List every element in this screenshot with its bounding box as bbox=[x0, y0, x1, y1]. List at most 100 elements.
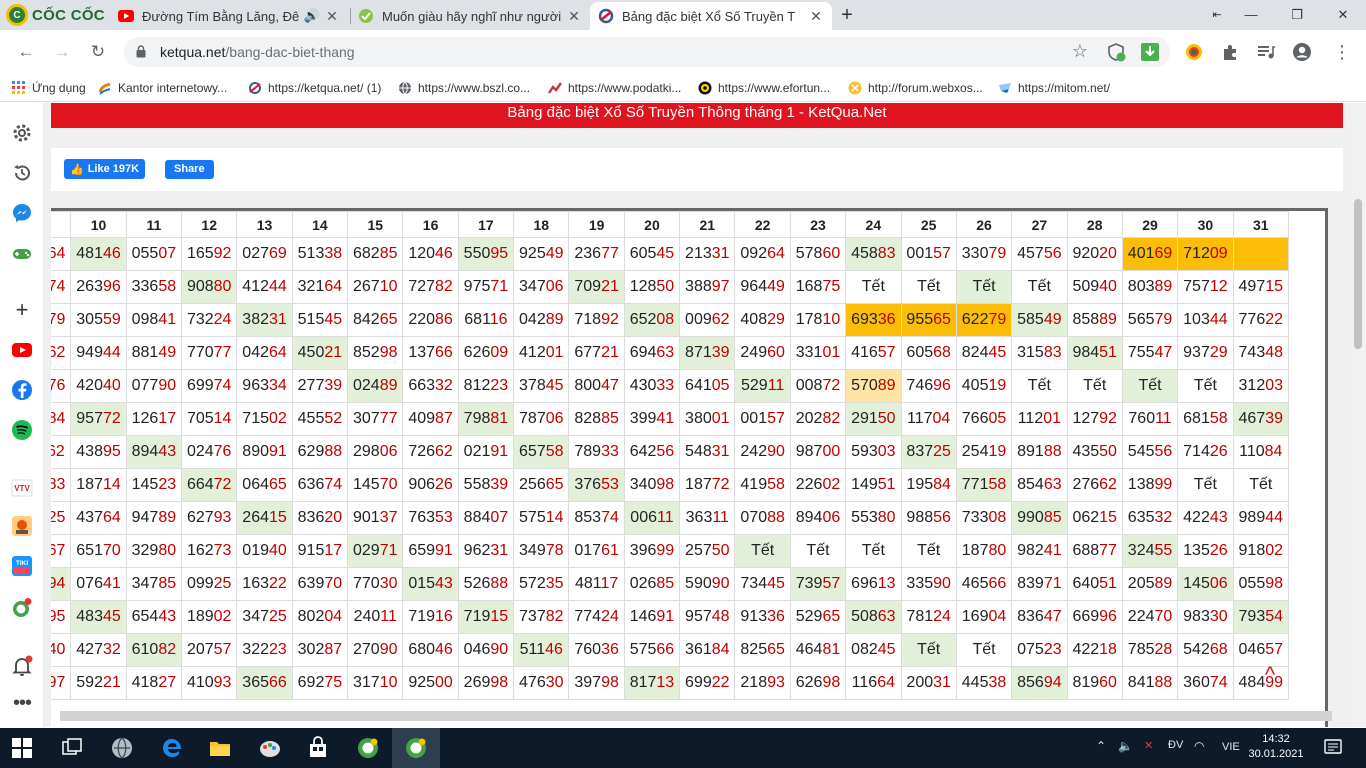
more-options-icon[interactable]: ••• bbox=[11, 693, 33, 717]
forward-button[interactable]: → bbox=[48, 38, 76, 66]
web-page: Bảng đặc biệt Xổ Số Truyền Thông tháng 1… bbox=[44, 103, 1350, 727]
add-sidebar-app-icon[interactable]: + bbox=[11, 299, 33, 321]
result-cell: 43895 bbox=[70, 435, 127, 469]
game-controller-icon[interactable] bbox=[11, 242, 33, 264]
new-tab-button[interactable]: + bbox=[836, 4, 858, 26]
tab-close-icon[interactable]: ✕ bbox=[324, 8, 340, 25]
bookmark-ketqua[interactable]: https://ketqua.net/ (1) bbox=[248, 79, 381, 97]
result-cell: 74696 bbox=[900, 369, 957, 403]
task-view-icon[interactable] bbox=[60, 736, 84, 760]
result-prefix: 590 bbox=[685, 575, 712, 592]
result-cell: 91802 bbox=[1232, 534, 1290, 568]
action-center-icon[interactable] bbox=[1324, 739, 1342, 757]
media-control-icon[interactable] bbox=[1256, 42, 1276, 62]
spotify-icon[interactable] bbox=[11, 419, 33, 441]
bookmark-kantor[interactable]: Kantor internetowy... bbox=[98, 79, 227, 97]
result-prefix: 042 bbox=[519, 311, 546, 328]
messenger-icon[interactable] bbox=[11, 202, 33, 224]
result-cell: 02476 bbox=[181, 435, 238, 469]
coccoc-sidebar-icon[interactable] bbox=[11, 597, 33, 619]
result-cell: 04264 bbox=[236, 336, 293, 370]
tab-close-icon[interactable]: ✕ bbox=[808, 8, 824, 25]
facebook-like-button[interactable]: 👍 Like 197K bbox=[64, 159, 146, 179]
file-explorer-icon[interactable] bbox=[208, 736, 232, 760]
result-prefix: 509 bbox=[1072, 278, 1100, 295]
game-character-icon[interactable] bbox=[11, 515, 33, 537]
vertical-scrollbar-thumb[interactable] bbox=[1354, 199, 1362, 349]
speaker-icon[interactable]: 🔊 bbox=[304, 8, 320, 24]
language-indicator[interactable]: VIE bbox=[1222, 741, 1240, 753]
paint-icon[interactable] bbox=[258, 736, 282, 760]
bookmark-podatki[interactable]: https://www.podatki... bbox=[548, 79, 681, 97]
result-last-two-digits: 82 bbox=[435, 278, 453, 295]
result-last-two-digits: 11 bbox=[767, 377, 785, 394]
bookmark-bszl[interactable]: https://www.bszl.co... bbox=[398, 79, 530, 97]
youtube-icon[interactable] bbox=[11, 339, 33, 361]
coccoc-taskbar-icon[interactable] bbox=[356, 736, 380, 760]
result-cell: 14506 bbox=[1177, 567, 1234, 601]
profile-avatar-icon[interactable] bbox=[1292, 42, 1312, 62]
result-cell: 07523 bbox=[1011, 633, 1068, 667]
reload-button[interactable]: ↻ bbox=[84, 38, 112, 66]
restore-button[interactable]: ❐ bbox=[1274, 0, 1320, 30]
result-last-two-digits: 99 bbox=[656, 542, 675, 559]
settings-gear-icon[interactable] bbox=[11, 122, 33, 144]
result-last-two-digits: 01 bbox=[1043, 410, 1062, 427]
system-clock[interactable]: 14:32 30.01.2021 bbox=[1246, 732, 1306, 762]
vtv-icon[interactable]: VTV bbox=[11, 477, 33, 499]
tab-youtube[interactable]: Đường Tím Bằng Lăng, Đê 🔊 ✕ bbox=[110, 2, 348, 30]
result-last-two-digits: 46 bbox=[545, 641, 563, 658]
wifi-icon[interactable]: ◠ bbox=[1194, 739, 1204, 753]
result-last-two-digits: 83 bbox=[877, 245, 896, 262]
minimize-button[interactable]: — bbox=[1228, 0, 1274, 30]
result-last-two-digits: 85 bbox=[158, 575, 177, 592]
tiki-icon[interactable]: TIKI bbox=[11, 555, 33, 577]
result-prefix: 699 bbox=[186, 377, 214, 394]
coccoc-extension-icon[interactable] bbox=[1184, 42, 1204, 62]
result-last-two-digits: 01 bbox=[711, 410, 730, 427]
keyboard-input-icon[interactable]: ĐV bbox=[1168, 739, 1183, 751]
browser-brand[interactable]: C CỐC CỐC bbox=[6, 4, 105, 26]
history-icon[interactable] bbox=[11, 162, 33, 184]
result-last-two-digits: 61 bbox=[601, 542, 619, 559]
facebook-share-button[interactable]: Share bbox=[165, 160, 214, 179]
shield-extension-icon[interactable] bbox=[1106, 42, 1126, 62]
store-icon[interactable] bbox=[306, 736, 330, 760]
browser-menu-icon[interactable]: ⋮ bbox=[1328, 38, 1356, 66]
bookmark-star-icon[interactable]: ☆ bbox=[1072, 41, 1088, 62]
result-last-two-digits: 45 bbox=[988, 344, 1007, 361]
extensions-puzzle-icon[interactable] bbox=[1220, 42, 1240, 62]
notification-bell-icon[interactable] bbox=[11, 655, 33, 677]
edge-icon[interactable] bbox=[160, 736, 184, 760]
bookmark-apps[interactable]: Ứng dụng bbox=[12, 79, 86, 97]
bookmark-mitom[interactable]: https://mitom.net/ bbox=[998, 79, 1110, 97]
result-prefix: 733 bbox=[961, 509, 989, 526]
result-last-two-digits: 51 bbox=[1099, 344, 1117, 361]
close-window-button[interactable]: ✕ bbox=[1320, 0, 1366, 30]
back-button[interactable]: ← bbox=[12, 38, 40, 66]
vertical-scrollbar[interactable] bbox=[1350, 103, 1366, 727]
address-bar[interactable]: ketqua.net/bang-dac-biet-thang ☆ bbox=[124, 37, 1170, 67]
result-cell: 39941 bbox=[623, 402, 681, 436]
network-disconnected-icon[interactable]: ✕ bbox=[1144, 739, 1153, 752]
back-to-top-chevron-icon[interactable]: ^ bbox=[1256, 662, 1284, 687]
tab-close-icon[interactable]: ✕ bbox=[566, 8, 582, 25]
coccoc-active-taskbar-icon[interactable] bbox=[404, 736, 428, 760]
tray-chevron-icon[interactable]: ⌃ bbox=[1096, 739, 1106, 753]
result-last-two-digits: 72 bbox=[102, 410, 121, 427]
result-prefix: 894 bbox=[131, 443, 159, 460]
tab-ketqua-active[interactable]: Bảng đặc biệt Xổ Số Truyền T ✕ bbox=[590, 2, 832, 30]
horizontal-scrollbar[interactable] bbox=[60, 711, 1332, 721]
bookmark-webxoso[interactable]: http://forum.webxos... bbox=[848, 79, 983, 97]
facebook-icon[interactable] bbox=[11, 379, 33, 401]
result-last-two-digits: 25 bbox=[933, 443, 951, 460]
volume-icon[interactable]: 🔈 bbox=[1118, 739, 1133, 753]
windows-start-icon[interactable] bbox=[12, 738, 32, 758]
result-prefix: 149 bbox=[851, 476, 878, 493]
tab-muon-giau[interactable]: Muốn giàu hãy nghĩ như người ✕ bbox=[350, 2, 590, 30]
result-last-two-digits: 62 bbox=[435, 443, 453, 460]
bookmark-efortuna[interactable]: https://www.efortun... bbox=[698, 79, 830, 97]
result-prefix: 626 bbox=[795, 674, 823, 691]
download-icon[interactable] bbox=[1140, 42, 1160, 62]
globe-app-icon[interactable] bbox=[110, 736, 134, 760]
